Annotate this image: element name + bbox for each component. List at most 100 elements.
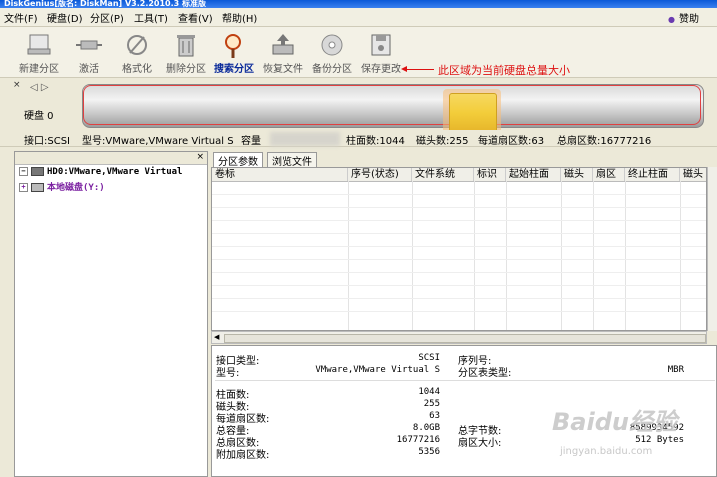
col-start-head[interactable]: 磁头 [561, 168, 593, 181]
disk-nav-arrows[interactable]: ◁ ▷ [30, 82, 49, 93]
detail-cylinders-value: 1044 [418, 387, 440, 397]
disk-heads: 磁头数:255 [416, 136, 469, 147]
detail-sector-size-label: 扇区大小: [458, 438, 502, 449]
menu-help[interactable]: 帮助(H) [222, 10, 257, 25]
save-changes-label: 保存更改 [361, 64, 401, 75]
disk-interface: 接口:SCSI [24, 136, 70, 147]
menu-bar: 文件(F) 硬盘(D) 分区(P) 工具(T) 查看(V) 帮助(H) ● 赞助 [0, 8, 717, 27]
delete-partition-button[interactable]: 删除分区 [161, 29, 211, 75]
scroll-thumb[interactable] [224, 334, 706, 343]
details-separator [215, 380, 715, 381]
col-id[interactable]: 标识 [474, 168, 506, 181]
col-index-status[interactable]: 序号(状态) [348, 168, 412, 181]
disk-total-sectors: 总扇区数:16777216 [557, 136, 652, 147]
format-icon [127, 35, 147, 55]
collapse-icon[interactable]: − [19, 167, 28, 176]
disk-sectors-per-track: 每道扇区数:63 [478, 136, 545, 147]
recover-files-icon [272, 34, 294, 55]
menu-tools[interactable]: 工具(T) [134, 10, 168, 25]
activate-label: 激活 [79, 64, 99, 75]
tab-partition-params[interactable]: 分区参数 [213, 152, 263, 168]
detail-total-capacity-value: 8.0GB [412, 423, 440, 433]
backup-partition-button[interactable]: 备份分区 [307, 29, 357, 75]
disk-cylinders: 柱面数:1044 [346, 136, 405, 147]
disk-capacity-label: 容量 [241, 136, 261, 147]
disk-info-bar: 接口:SCSI 型号:VMware,VMware Virtual S 容量 柱面… [0, 130, 717, 147]
disk-label: 硬盘 0 [24, 111, 54, 122]
disk-map-area: × ◁ ▷ 硬盘 0 [0, 78, 717, 135]
col-end-cylinder[interactable]: 终止柱面 [625, 168, 680, 181]
close-icon[interactable]: × [13, 80, 21, 90]
scroll-left-icon[interactable]: ◀ [214, 333, 219, 341]
watermark-url: jingyan.baidu.com [560, 446, 653, 457]
tree-panel-header: × [15, 152, 207, 165]
sponsor-label: 赞助 [679, 14, 699, 25]
delete-partition-icon [177, 35, 195, 57]
right-arrow-icon[interactable]: ▷ [41, 82, 49, 93]
new-partition-button[interactable]: 新建分区 [14, 29, 64, 75]
detail-interface-type-value: SCSI [418, 353, 440, 363]
detail-model-label: 型号: [216, 368, 240, 379]
menu-disk[interactable]: 硬盘(D) [47, 10, 83, 25]
col-end-head[interactable]: 磁头 [680, 168, 706, 181]
tree-item-hd0[interactable]: − HD0:VMware,VMware Virtual [19, 167, 182, 177]
activate-button[interactable]: 激活 [64, 29, 114, 75]
new-partition-label: 新建分区 [19, 64, 59, 75]
table-header: 卷标 序号(状态) 文件系统 标识 起始柱面 磁头 扇区 终止柱面 磁头 [212, 168, 706, 182]
partition-table: 卷标 序号(状态) 文件系统 标识 起始柱面 磁头 扇区 终止柱面 磁头 [211, 167, 707, 331]
disk-capacity-bar[interactable] [82, 84, 704, 135]
format-label: 格式化 [122, 64, 152, 75]
col-start-sector[interactable]: 扇区 [593, 168, 625, 181]
search-partition-button[interactable]: 搜索分区 [209, 29, 259, 75]
activate-icon [76, 40, 102, 50]
annotation-arrow-line [406, 69, 434, 70]
annotation-arrow-icon [401, 66, 407, 72]
tab-browse-files[interactable]: 浏览文件 [267, 152, 317, 168]
recover-files-button[interactable]: 恢复文件 [258, 29, 308, 75]
expand-icon[interactable]: + [19, 183, 28, 192]
tree-close-icon[interactable]: × [196, 152, 204, 162]
detail-extra-sectors-label: 附加扇区数: [216, 450, 270, 461]
save-changes-button[interactable]: 保存更改 [356, 29, 406, 75]
backup-partition-icon [321, 34, 343, 56]
save-changes-icon [371, 34, 391, 56]
col-filesystem[interactable]: 文件系统 [412, 168, 474, 181]
detail-extra-sectors-value: 5356 [418, 447, 440, 457]
tree-item-hd0-label: HD0:VMware,VMware Virtual [47, 167, 183, 177]
detail-sectors-per-track-value: 63 [429, 411, 440, 421]
disk-highlight-frame [83, 85, 701, 125]
tree-item-local-disk-label: 本地磁盘(Y:) [47, 183, 105, 193]
detail-partition-table-type-value: MBR [667, 365, 684, 375]
menu-partition[interactable]: 分区(P) [90, 10, 124, 25]
new-partition-icon [27, 34, 51, 55]
detail-partition-table-type-label: 分区表类型: [458, 368, 512, 379]
partition-block[interactable] [449, 93, 497, 133]
menu-view[interactable]: 查看(V) [178, 10, 213, 25]
col-volume-label[interactable]: 卷标 [212, 168, 348, 181]
table-horizontal-scrollbar[interactable]: ◀ [211, 331, 707, 344]
recover-files-label: 恢复文件 [263, 64, 303, 75]
table-vertical-scrollbar[interactable] [707, 167, 717, 331]
baidu-watermark-logo: Baidu经验 [552, 408, 677, 436]
backup-partition-label: 备份分区 [312, 64, 352, 75]
sponsor-dot-icon: ● [668, 15, 675, 24]
search-partition-icon [225, 34, 241, 58]
detail-model-value: VMware,VMware Virtual S [315, 365, 440, 375]
tab-strip: 分区参数 浏览文件 [211, 151, 717, 168]
tree-item-local-disk[interactable]: + 本地磁盘(Y:) [19, 180, 105, 193]
drive-icon [31, 183, 44, 192]
left-arrow-icon[interactable]: ◁ [30, 82, 38, 93]
detail-total-sectors-value: 16777216 [396, 435, 440, 445]
menu-file[interactable]: 文件(F) [4, 10, 38, 25]
detail-heads-value: 255 [423, 399, 440, 409]
disk-model: 型号:VMware,VMware Virtual S [82, 136, 234, 147]
delete-partition-label: 删除分区 [166, 64, 206, 75]
window-title: DiskGenius[版名: DiskMan] V3.2.2010.3 标准版 [4, 0, 207, 8]
col-start-cylinder[interactable]: 起始柱面 [506, 168, 561, 181]
annotation-text: 此区域为当前硬盘总量大小 [438, 64, 570, 77]
hard-disk-icon [31, 167, 44, 176]
title-bar: DiskGenius[版名: DiskMan] V3.2.2010.3 标准版 [0, 0, 717, 8]
format-button[interactable]: 格式化 [112, 29, 162, 75]
disk-tree-panel: × − HD0:VMware,VMware Virtual + 本地磁盘(Y:) [14, 151, 208, 477]
sponsor-link[interactable]: ● 赞助 [668, 10, 699, 25]
